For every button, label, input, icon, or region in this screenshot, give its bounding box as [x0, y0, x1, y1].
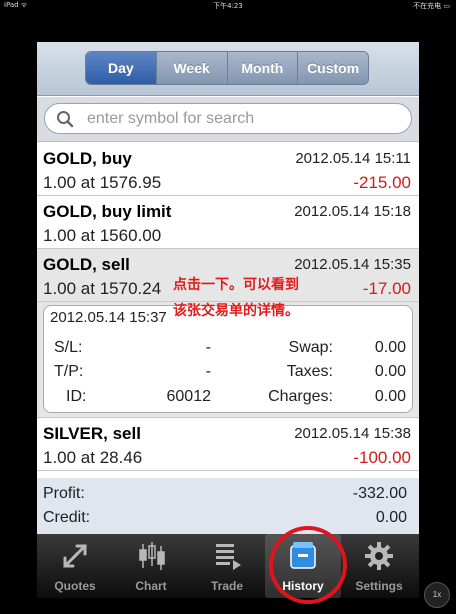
detail-row-sl-swap: S/L: - Swap: 0.00 [44, 339, 414, 361]
trade-time: 2012.05.14 15:11 [295, 150, 411, 167]
tp-label: T/P: [54, 363, 84, 380]
trade-volume-price: 1.00 at 28.46 [43, 448, 143, 467]
taxes-value: 0.00 [374, 363, 406, 380]
swap-value: 0.00 [374, 339, 406, 356]
tab-trade[interactable]: Trade [189, 534, 265, 598]
search-input[interactable]: enter symbol for search [87, 104, 254, 133]
charges-label: Charges: [268, 388, 333, 405]
tp-value: - [205, 363, 211, 380]
tab-chart[interactable]: Chart [113, 534, 189, 598]
period-segmented-control: Day Week Month Custom [85, 51, 369, 85]
detail-row-id-charges: ID: 60012 Charges: 0.00 [44, 388, 414, 410]
bottom-tab-bar: Quotes Chart Trade History Settings [37, 534, 419, 598]
gear-icon [365, 542, 393, 570]
quotes-arrows-icon [63, 544, 87, 568]
clock: 下午4:23 [213, 2, 243, 10]
trade-profit: -100.00 [353, 448, 411, 467]
tab-label: Quotes [54, 579, 96, 593]
annotation-line-2: 该张交易单的详情。 [173, 303, 299, 319]
segment-month[interactable]: Month [227, 52, 299, 84]
trade-row-silver-sell[interactable]: SILVER, sell 2012.05.14 15:38 1.00 at 28… [37, 418, 419, 471]
highlight-circle [269, 526, 347, 604]
id-value: 60012 [166, 388, 212, 405]
trade-symbol: GOLD, buy limit [43, 202, 172, 221]
charges-value: 0.00 [374, 388, 406, 405]
taxes-label: Taxes: [286, 363, 333, 380]
search-bar: enter symbol for search [37, 97, 419, 142]
segment-day[interactable]: Day [86, 52, 157, 84]
trade-list-icon [216, 544, 241, 570]
trade-symbol: GOLD, sell [43, 255, 130, 274]
segment-week[interactable]: Week [156, 52, 228, 84]
trade-profit: -215.00 [353, 173, 411, 192]
trade-volume-price: 1.00 at 1560.00 [43, 226, 162, 245]
screen: iPad ᯤ 下午4:23 不在充电 ▭ Day Week Month Cust… [0, 0, 456, 614]
tab-quotes[interactable]: Quotes [37, 534, 113, 598]
ipad-status-bar: iPad ᯤ 下午4:23 不在充电 ▭ [0, 0, 456, 12]
period-header: Day Week Month Custom [37, 42, 419, 96]
trade-time: 2012.05.14 15:38 [294, 425, 411, 442]
trade-symbol: SILVER, sell [43, 424, 141, 443]
trade-volume-price: 1.00 at 1570.24 [43, 279, 162, 298]
sl-label: S/L: [54, 339, 83, 356]
id-label: ID: [66, 388, 87, 405]
swap-label: Swap: [288, 339, 333, 356]
credit-label: Credit: [43, 509, 91, 526]
detail-row-tp-taxes: T/P: - Taxes: 0.00 [44, 363, 414, 385]
tab-label: Trade [210, 579, 243, 593]
search-field[interactable]: enter symbol for search [44, 103, 412, 134]
trade-profit: -17.00 [362, 279, 411, 298]
trade-volume-price: 1.00 at 1576.95 [43, 173, 162, 192]
segment-custom[interactable]: Custom [298, 52, 368, 84]
battery-status: 不在充电 ▭ [413, 2, 450, 10]
trade-row-gold-buy-limit[interactable]: GOLD, buy limit 2012.05.14 15:18 1.00 at… [37, 196, 419, 249]
tab-settings[interactable]: Settings [341, 534, 417, 598]
candlestick-chart-icon [139, 542, 165, 570]
annotation-line-1: 点击一下。可以看到 [173, 277, 299, 293]
tab-label: Settings [355, 579, 403, 593]
tutorial-annotation: 点击一下。可以看到 该张交易单的详情。 [173, 272, 363, 324]
trade-time: 2012.05.14 15:35 [294, 256, 411, 273]
trade-time: 2012.05.14 15:18 [294, 203, 411, 220]
detail-datetime: 2012.05.14 15:37 [50, 309, 167, 326]
sl-value: - [205, 339, 211, 356]
tab-label: Chart [135, 579, 167, 593]
account-summary: Profit: -332.00 Credit: 0.00 [37, 478, 419, 534]
trade-symbol: GOLD, buy [43, 149, 132, 168]
credit-value: 0.00 [375, 509, 407, 526]
profit-label: Profit: [43, 485, 85, 502]
trade-row-gold-buy[interactable]: GOLD, buy 2012.05.14 15:11 1.00 at 1576.… [37, 143, 419, 196]
search-icon [57, 111, 74, 128]
zoom-button[interactable]: 1x [424, 582, 450, 608]
profit-value: -332.00 [352, 485, 407, 502]
